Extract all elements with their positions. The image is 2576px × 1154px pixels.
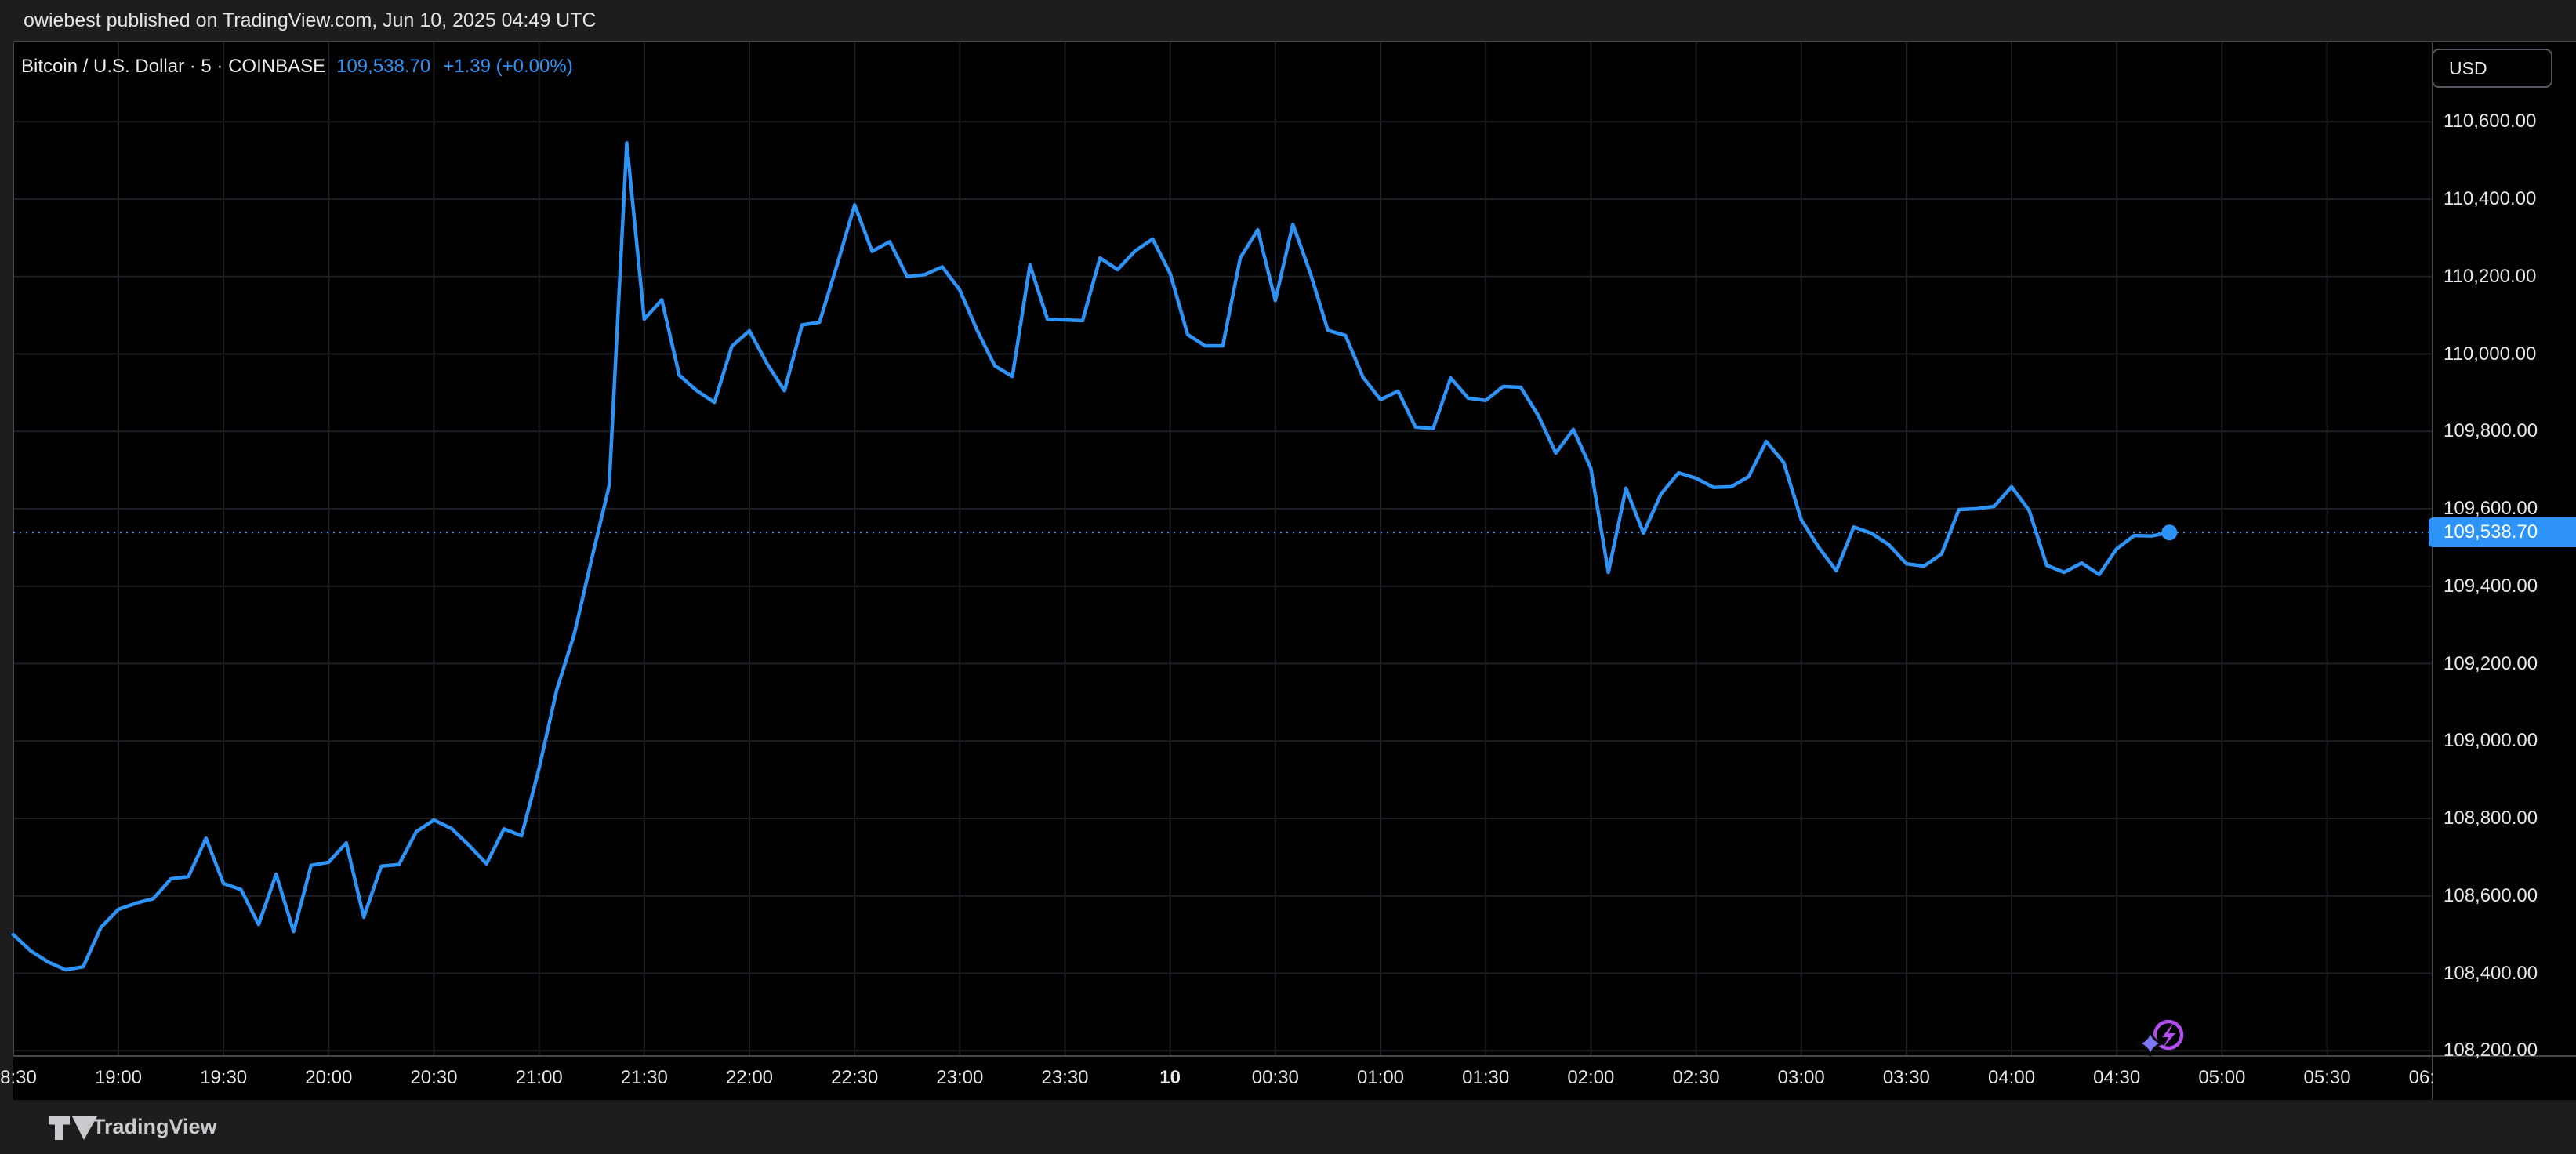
symbol-title[interactable]: Bitcoin / U.S. Dollar · 5 · COINBASE <box>21 56 325 77</box>
time-axis-label: 23:30 <box>1010 1067 1120 1089</box>
time-axis-label: 23:00 <box>905 1067 1014 1089</box>
price-axis-label: 110,400.00 <box>2444 187 2536 212</box>
price-axis-label: 109,000.00 <box>2444 728 2538 753</box>
current-price-label: 109,538.70 <box>2429 517 2576 547</box>
time-axis-label: 19:30 <box>169 1067 278 1089</box>
time-axis-label-day: 10 <box>1116 1067 1225 1089</box>
time-axis-label: 02:30 <box>1642 1067 1751 1089</box>
time-axis-label: 01:30 <box>1431 1067 1540 1089</box>
price-axis-label: 109,800.00 <box>2444 419 2538 444</box>
flash-sparkle-icon[interactable] <box>2139 1031 2162 1056</box>
chart-legend: Bitcoin / U.S. Dollar · 5 · COINBASE 109,… <box>21 53 573 80</box>
time-axis-label: 00:30 <box>1221 1067 1330 1089</box>
time-axis-label: 20:00 <box>274 1067 383 1089</box>
price-line-series[interactable] <box>13 143 2170 970</box>
price-axis-label: 108,200.00 <box>2444 1038 2538 1063</box>
price-axis-label: 110,000.00 <box>2444 342 2536 367</box>
time-axis-label: 22:30 <box>800 1067 909 1089</box>
price-axis-label: 110,600.00 <box>2444 109 2536 134</box>
last-price-dot <box>2161 524 2177 540</box>
price-axis-label: 109,400.00 <box>2444 574 2538 599</box>
time-axis-label: 22:00 <box>695 1067 804 1089</box>
price-axis-label: 109,200.00 <box>2444 651 2538 677</box>
time-axis-label: 21:00 <box>484 1067 594 1089</box>
price-axis-label: 110,200.00 <box>2444 264 2536 289</box>
time-axis-label: 19:00 <box>63 1067 173 1089</box>
time-axis-label: 04:00 <box>1957 1067 2066 1089</box>
footer-bar: TradingView <box>0 1100 2576 1154</box>
time-axis-label: 01:00 <box>1326 1067 1435 1089</box>
price-axis-label: 108,800.00 <box>2444 806 2538 831</box>
time-axis-label: 04:30 <box>2062 1067 2171 1089</box>
time-axis-label: 18:30 <box>0 1067 68 1089</box>
brand-name: TradingView <box>93 1115 217 1139</box>
time-axis-label: 05:00 <box>2167 1067 2277 1089</box>
tradingview-snapshot: owiebest published on TradingView.com, J… <box>0 0 2576 1154</box>
currency-button[interactable]: USD <box>2432 49 2552 88</box>
price-change-value: +1.39 (+0.00%) <box>443 56 572 77</box>
flash-bolt-icon[interactable] <box>2162 1022 2175 1048</box>
time-axis-label: 21:30 <box>590 1067 699 1089</box>
time-axis-label: 05:30 <box>2273 1067 2382 1089</box>
last-price-value: 109,538.70 <box>336 56 430 77</box>
time-axis: 18:3019:0019:3020:0020:3021:0021:3022:00… <box>0 1056 2433 1100</box>
time-axis-label: 02:00 <box>1536 1067 1645 1089</box>
time-axis-label: 20:30 <box>379 1067 488 1089</box>
tradingview-logo-icon[interactable] <box>49 1116 99 1140</box>
price-axis-label: 108,400.00 <box>2444 961 2538 986</box>
time-axis-label: 03:30 <box>1852 1067 1961 1089</box>
time-axis-label: 06:00 <box>2378 1067 2433 1089</box>
time-axis-label: 03:00 <box>1747 1067 1856 1089</box>
price-chart-canvas[interactable] <box>0 0 2576 1154</box>
price-axis-label: 108,600.00 <box>2444 884 2538 909</box>
